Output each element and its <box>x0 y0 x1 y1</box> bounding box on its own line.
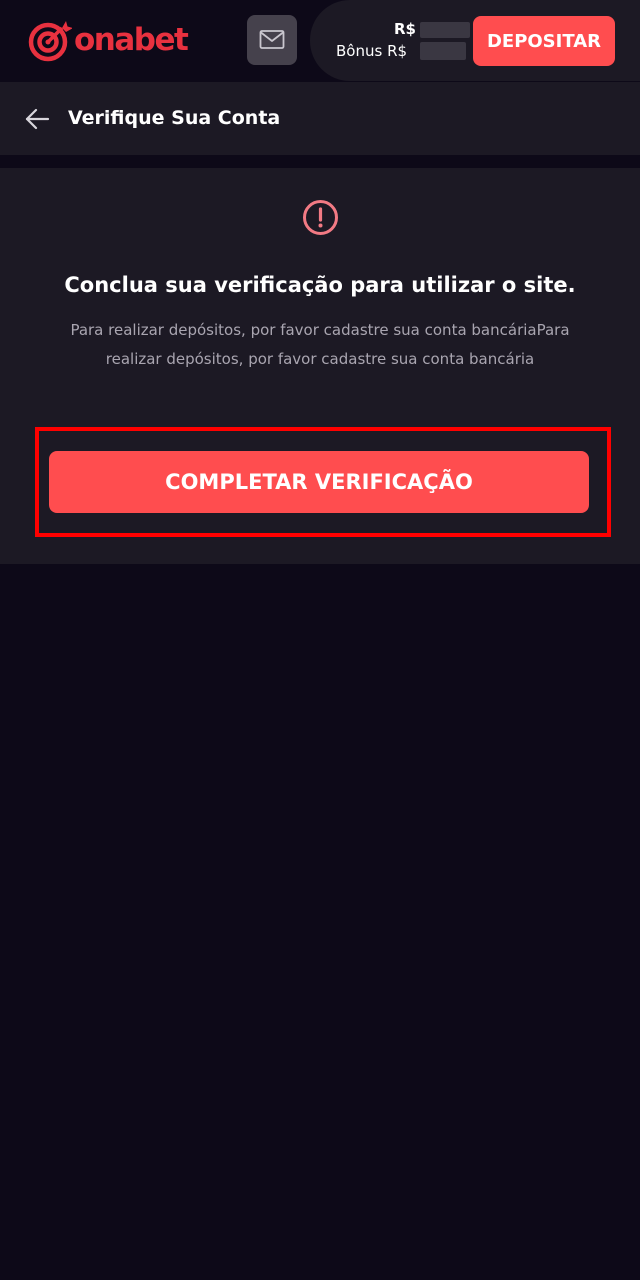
messages-button[interactable] <box>247 15 297 65</box>
target-logo-icon <box>28 21 72 62</box>
verification-card: Conclua sua verificação para utilizar o … <box>0 168 640 564</box>
verification-description: Para realizar depósitos, por favor cadas… <box>70 321 570 368</box>
verification-title: Conclua sua verificação para utilizar o … <box>64 273 576 297</box>
page-title: Verifique Sua Conta <box>68 107 281 129</box>
complete-verification-button[interactable]: COMPLETAR VERIFICAÇÃO <box>49 451 589 513</box>
balance-value-redacted <box>420 22 470 38</box>
highlight-frame: COMPLETAR VERIFICAÇÃO <box>35 427 611 537</box>
bonus-value-redacted <box>420 42 466 60</box>
back-arrow-icon[interactable] <box>24 106 50 132</box>
balance-label: R$ <box>394 20 416 38</box>
bonus-balance-label: Bônus R$ <box>336 42 408 60</box>
deposit-button[interactable]: DEPOSITAR <box>473 16 615 66</box>
exclamation-circle-icon <box>303 200 338 235</box>
logo-wordmark: onabet <box>74 22 189 58</box>
onabet-logo[interactable]: onabet <box>28 18 218 64</box>
page-header: Verifique Sua Conta <box>0 82 640 155</box>
mail-icon <box>259 30 285 49</box>
top-header: onabet R$ Bônus R$ DEPOSITAR <box>0 0 640 82</box>
